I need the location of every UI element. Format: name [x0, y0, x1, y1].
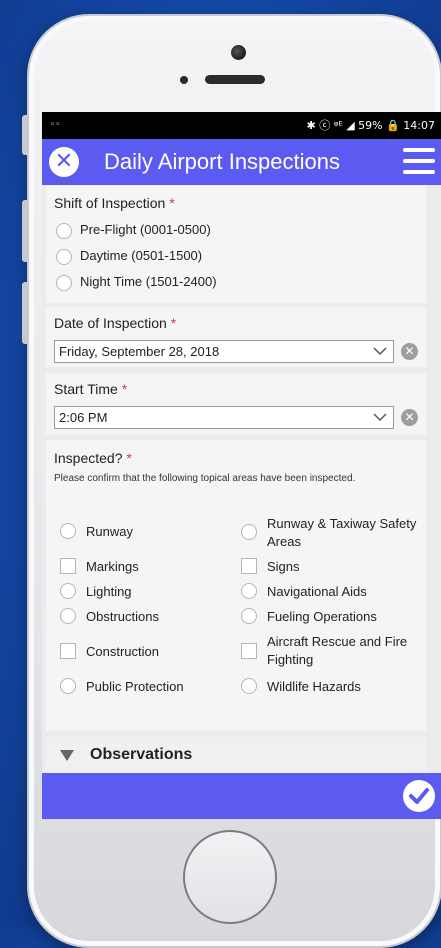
- status-left: ◦◦: [50, 120, 61, 130]
- checkbox-public-protection[interactable]: Public Protection: [60, 678, 230, 696]
- checkbox-icon: [241, 678, 257, 694]
- close-icon: ✕: [54, 149, 74, 174]
- status-right: ✱ ⓒ ᵠᴱ ◢ 59% 🔒 14:07: [306, 119, 435, 132]
- checkbox-fueling-operations[interactable]: Fueling Operations: [241, 608, 421, 626]
- checkbox-aircraft-rescue[interactable]: Aircraft Rescue and Fire Fighting: [241, 633, 421, 669]
- checkbox-runway-taxiway-safety[interactable]: Runway & Taxiway Safety Areas: [241, 515, 421, 551]
- checkmark-icon: [409, 788, 429, 804]
- checkbox-obstructions[interactable]: Obstructions: [60, 608, 230, 626]
- checkbox-icon: [60, 608, 76, 624]
- inspected-help-text: Please confirm that the following topica…: [54, 473, 356, 484]
- checkbox-lighting[interactable]: Lighting: [60, 583, 230, 601]
- checkbox-icon: [60, 558, 76, 574]
- form-content: Shift of Inspection * Pre-Flight (0001-0…: [42, 185, 441, 773]
- checkbox-icon: [241, 608, 257, 624]
- phone-speaker: [205, 75, 265, 84]
- start-time-clear-button[interactable]: ✕: [401, 409, 418, 426]
- checkbox-signs[interactable]: Signs: [241, 558, 421, 576]
- shift-option-daytime[interactable]: Daytime (0501-1500): [56, 245, 202, 267]
- observations-toggle[interactable]: Observations: [46, 737, 426, 773]
- shift-label: Shift of Inspection *: [54, 195, 175, 211]
- start-time-card: Start Time * 2:06 PM ✕: [46, 373, 426, 435]
- hamburger-menu-icon[interactable]: [403, 148, 435, 176]
- radio-icon: [56, 274, 72, 291]
- start-time-value: 2:06 PM: [59, 410, 108, 425]
- radio-icon: [56, 248, 72, 265]
- chevron-down-icon: [373, 413, 387, 422]
- date-label: Date of Inspection *: [54, 315, 177, 331]
- phone-home-button[interactable]: [183, 830, 277, 924]
- shift-card: Shift of Inspection * Pre-Flight (0001-0…: [46, 185, 426, 303]
- phone-camera: [231, 45, 246, 60]
- shift-option-preflight[interactable]: Pre-Flight (0001-0500): [56, 219, 211, 241]
- date-clear-button[interactable]: ✕: [401, 343, 418, 360]
- date-select[interactable]: Friday, September 28, 2018: [54, 340, 394, 363]
- close-button[interactable]: ✕: [49, 147, 79, 177]
- phone-volume-down: [22, 282, 29, 344]
- checkbox-icon: [241, 524, 257, 540]
- checkbox-icon: [241, 583, 257, 599]
- page-title: Daily Airport Inspections: [104, 149, 340, 174]
- phone-sensor: [180, 76, 188, 84]
- radio-icon: [56, 222, 72, 239]
- checkbox-runway[interactable]: Runway: [60, 523, 230, 541]
- checkbox-icon: [60, 678, 76, 694]
- checkbox-icon: [60, 523, 76, 539]
- checkbox-markings[interactable]: Markings: [60, 558, 230, 576]
- chevron-down-icon: [373, 347, 387, 356]
- checkbox-navigational-aids[interactable]: Navigational Aids: [241, 583, 421, 601]
- shift-option-nighttime[interactable]: Night Time (1501-2400): [56, 271, 217, 293]
- triangle-down-icon: [60, 750, 74, 761]
- inspected-label: Inspected? *: [54, 450, 132, 466]
- phone-mute-switch: [22, 115, 29, 155]
- app-screen: ◦◦ ✱ ⓒ ᵠᴱ ◢ 59% 🔒 14:07 ✕ Daily Airport …: [42, 112, 441, 819]
- status-bar: ◦◦ ✱ ⓒ ᵠᴱ ◢ 59% 🔒 14:07: [42, 112, 441, 139]
- app-footer: [42, 773, 441, 819]
- submit-button[interactable]: [403, 780, 435, 812]
- checkbox-construction[interactable]: Construction: [60, 643, 230, 661]
- checkbox-icon: [241, 558, 257, 574]
- clear-icon: ✕: [404, 344, 415, 358]
- inspected-card: Inspected? * Please confirm that the fol…: [46, 440, 426, 731]
- start-time-select[interactable]: 2:06 PM: [54, 406, 394, 429]
- phone-volume-up: [22, 200, 29, 262]
- checkbox-wildlife-hazards[interactable]: Wildlife Hazards: [241, 678, 421, 696]
- app-header: ✕ Daily Airport Inspections: [42, 139, 441, 185]
- clear-icon: ✕: [404, 410, 415, 424]
- checkbox-icon: [241, 643, 257, 659]
- checkbox-icon: [60, 643, 76, 659]
- date-value: Friday, September 28, 2018: [59, 344, 220, 359]
- start-time-label: Start Time *: [54, 381, 128, 397]
- observations-label: Observations: [90, 746, 193, 763]
- date-card: Date of Inspection * Friday, September 2…: [46, 307, 426, 367]
- checkbox-icon: [60, 583, 76, 599]
